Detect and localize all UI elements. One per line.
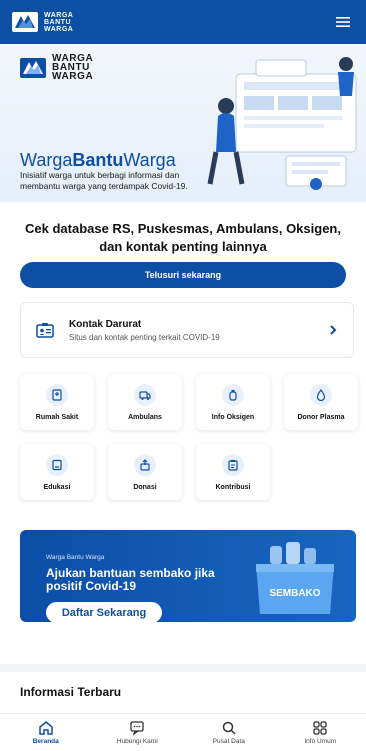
- app-logo-line2: BANTU: [44, 18, 71, 26]
- tile-label: Edukasi: [43, 483, 71, 491]
- tile-label: Kontribusi: [215, 483, 251, 491]
- education-icon: [46, 453, 68, 476]
- contact-subtitle: Situs dan kontak penting terkait COVID-1…: [69, 332, 220, 342]
- chevron-right-icon: [330, 325, 337, 335]
- oxygen-icon: [222, 383, 244, 406]
- tile-label: Info Oksigen: [211, 413, 255, 421]
- contact-card-icon: [35, 320, 55, 340]
- hero-logo-text: WARGA BANTU WARGA: [52, 54, 94, 82]
- hamburger-menu-button[interactable]: [332, 11, 354, 33]
- home-icon: [39, 721, 53, 735]
- nav-label: Beranda: [32, 738, 59, 745]
- nav-label: Hubungi Kami: [116, 738, 158, 745]
- nav-label: Pusat Data: [212, 738, 245, 745]
- app-logo-text: WARGA BANTU WARGA: [44, 12, 73, 33]
- top-app-bar: WARGA BANTU WARGA: [0, 0, 366, 44]
- contribution-icon: [222, 453, 244, 476]
- bottom-navigation: Beranda Hubungi Kami Pusat Data Info Umu…: [0, 713, 366, 751]
- banner-title: Ajukan bantuan sembako jika positif Covi…: [46, 566, 215, 593]
- tile-kontribusi[interactable]: Kontribusi: [196, 444, 270, 500]
- hamburger-icon: [336, 17, 350, 27]
- section-divider: [0, 664, 366, 672]
- hero-logo-line3: WARGA: [52, 71, 94, 82]
- nav-pusat-data[interactable]: Pusat Data: [183, 714, 275, 751]
- sembako-banner[interactable]: Warga Bantu Warga Ajukan bantuan sembako…: [20, 530, 356, 622]
- grid-icon: [313, 721, 327, 735]
- nav-hubungi-kami[interactable]: Hubungi Kami: [92, 714, 184, 751]
- hero-logo-mark-icon: [20, 57, 46, 78]
- hero-title-part1: Warga: [20, 150, 73, 170]
- explore-now-button[interactable]: Telusuri sekarang: [20, 262, 346, 288]
- quick-links-grid: Rumah Sakit Ambulans Info Oksigen Donor …: [20, 374, 358, 500]
- app-logo-line3: WARGA: [44, 25, 74, 33]
- search-icon: [222, 721, 236, 735]
- hero-description: Inisiatif warga untuk berbagi informasi …: [20, 170, 188, 191]
- app-logo[interactable]: WARGA BANTU WARGA: [12, 12, 73, 33]
- grocery-box-illustration: SEMBAKO: [256, 542, 334, 614]
- tile-info-oksigen[interactable]: Info Oksigen: [196, 374, 270, 430]
- logo-mark-icon: [12, 12, 38, 32]
- latest-info-title: Informasi Terbaru: [20, 685, 122, 699]
- tile-donor-plasma[interactable]: Donor Plasma: [284, 374, 358, 430]
- tile-label: Donasi: [133, 483, 157, 491]
- contact-text: Kontak Darurat Situs dan kontak penting …: [69, 319, 327, 342]
- app-logo-line1: WARGA: [44, 11, 74, 19]
- ambulance-icon: [134, 383, 156, 406]
- emergency-contact-card[interactable]: Kontak Darurat Situs dan kontak penting …: [20, 302, 354, 358]
- nav-info-umum[interactable]: Info Umum: [275, 714, 366, 751]
- plasma-icon: [310, 383, 332, 406]
- tile-donasi[interactable]: Donasi: [108, 444, 182, 500]
- nav-label: Info Umum: [304, 738, 337, 745]
- banner-kicker: Warga Bantu Warga: [46, 554, 105, 561]
- hospital-icon: [46, 383, 68, 406]
- chat-icon: [130, 721, 144, 736]
- tile-label: Rumah Sakit: [35, 413, 79, 421]
- hero-section: WARGA BANTU WARGA WargaBantuWarga Inisia…: [0, 44, 366, 202]
- tile-ambulans[interactable]: Ambulans: [108, 374, 182, 430]
- tile-rumah-sakit[interactable]: Rumah Sakit: [20, 374, 94, 430]
- nav-beranda[interactable]: Beranda: [0, 714, 92, 751]
- contact-title: Kontak Darurat: [69, 318, 142, 330]
- hero-title-part2: Bantu: [72, 150, 124, 170]
- tile-edukasi[interactable]: Edukasi: [20, 444, 94, 500]
- hero-logo: WARGA BANTU WARGA: [20, 54, 94, 82]
- hero-title: WargaBantuWarga: [20, 150, 176, 171]
- tile-label: Ambulans: [128, 413, 162, 421]
- database-headline: Cek database RS, Puskesmas, Ambulans, Ok…: [25, 221, 341, 254]
- tile-label: Donor Plasma: [297, 413, 345, 421]
- register-now-button[interactable]: Daftar Sekarang: [46, 602, 162, 622]
- donation-icon: [134, 453, 156, 476]
- hero-title-part3: Warga: [123, 150, 176, 170]
- sembako-box-label: SEMBAKO: [269, 588, 320, 599]
